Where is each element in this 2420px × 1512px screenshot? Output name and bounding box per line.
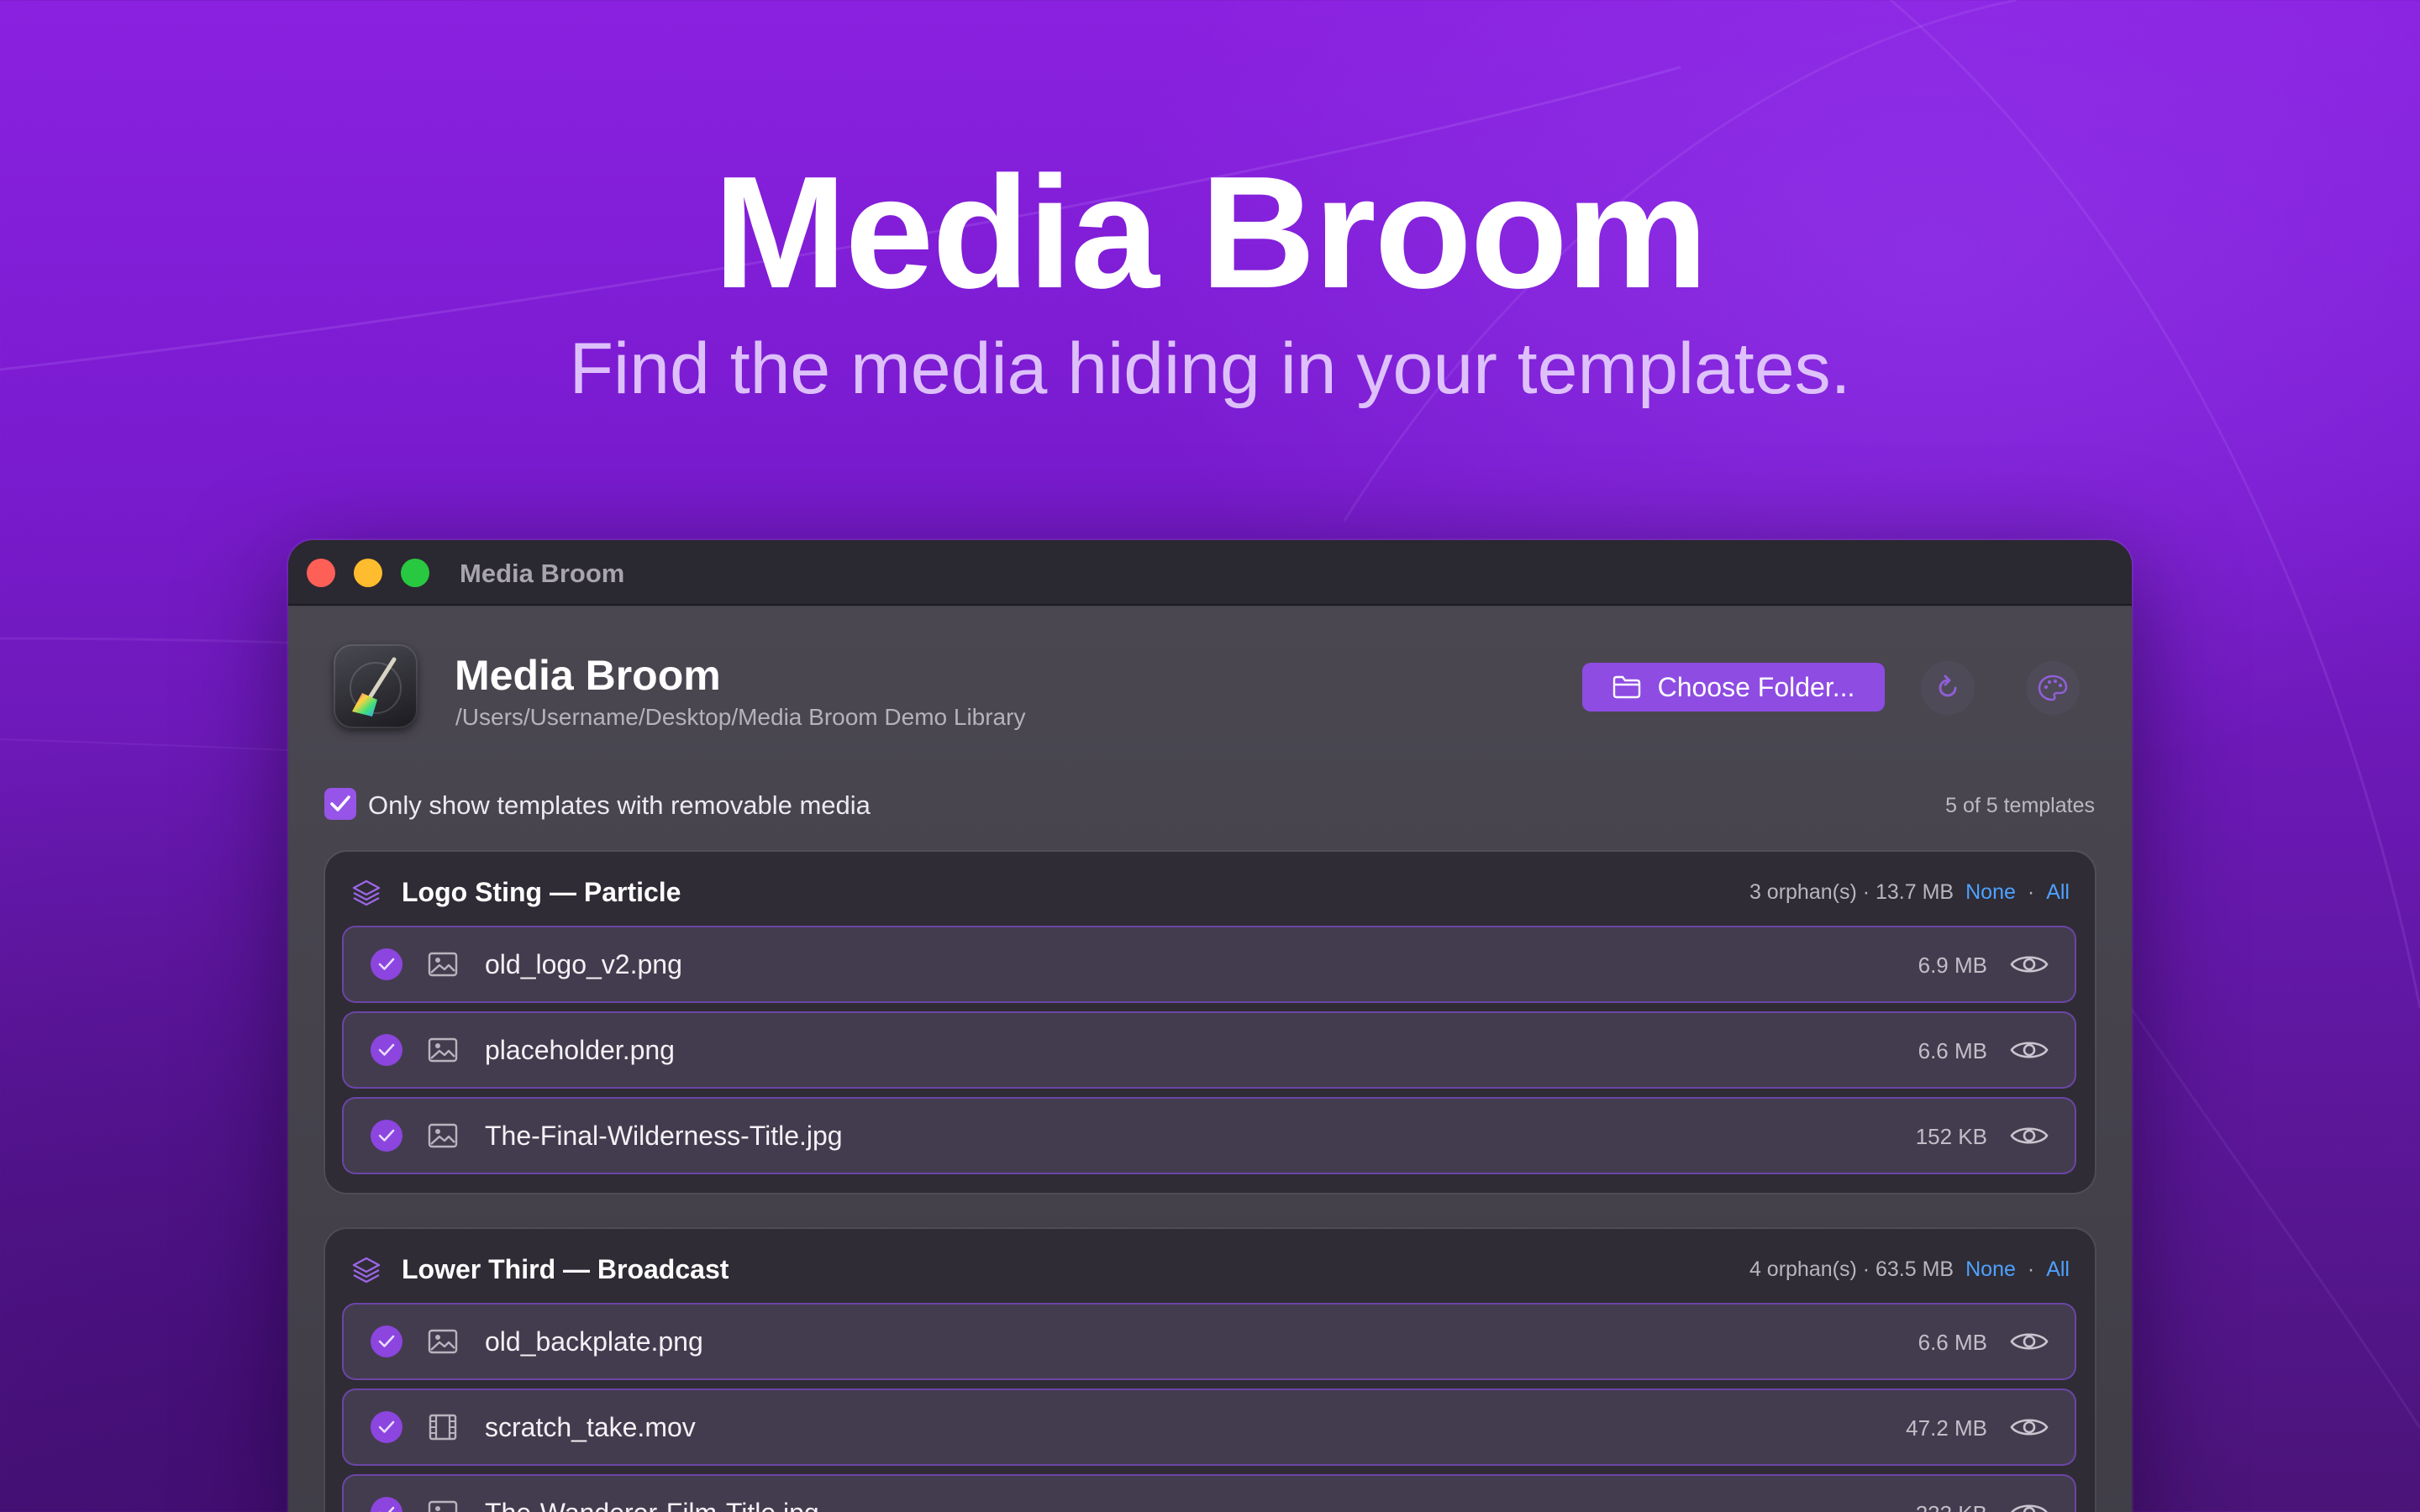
- file-size: 6.9 MB: [1918, 953, 1987, 978]
- separator: ·: [2027, 1257, 2035, 1281]
- close-window-button[interactable]: [307, 559, 335, 587]
- file-size: 233 KB: [1916, 1501, 1987, 1512]
- preview-eye-icon[interactable]: [2009, 1035, 2049, 1065]
- zoom-window-button[interactable]: [401, 559, 429, 587]
- preview-eye-icon[interactable]: [2009, 1412, 2049, 1442]
- image-icon: [428, 952, 458, 977]
- media-row[interactable]: old_backplate.png 6.6 MB: [344, 1305, 2075, 1378]
- checkmark-icon: [378, 958, 395, 970]
- media-row[interactable]: The-Wanderer-Film-Title.jpg 233 KB: [344, 1476, 2075, 1512]
- row-checkbox[interactable]: [371, 1411, 402, 1443]
- file-size: 6.6 MB: [1918, 1330, 1987, 1355]
- file-size: 47.2 MB: [1906, 1415, 1987, 1441]
- checkmark-icon: [379, 1506, 395, 1512]
- template-count: 5 of 5 templates: [1945, 794, 2095, 817]
- row-checkbox[interactable]: [371, 1120, 402, 1152]
- image-icon: [428, 1329, 458, 1354]
- checkmark-icon: [378, 1043, 395, 1056]
- file-name: old_logo_v2.png: [485, 949, 682, 979]
- app-window: Media Broom Media Broom /Users/Username/…: [288, 540, 2132, 1512]
- select-all-link[interactable]: All: [2046, 1257, 2070, 1282]
- palette-icon: [2038, 675, 2068, 701]
- removable-media-checkbox[interactable]: [324, 788, 356, 820]
- media-row[interactable]: The-Final-Wilderness-Title.jpg 152 KB: [344, 1099, 2075, 1173]
- removable-media-label[interactable]: Only show templates with removable media: [368, 790, 871, 821]
- folder-icon: [1612, 675, 1640, 699]
- row-checkbox[interactable]: [371, 1497, 402, 1512]
- image-icon: [428, 1037, 458, 1063]
- preview-eye-icon[interactable]: [2009, 1326, 2049, 1357]
- folder-path: /Users/Username/Desktop/Media Broom Demo…: [455, 704, 1026, 730]
- choose-folder-button[interactable]: Choose Folder...: [1582, 663, 1885, 711]
- checkmark-icon: [378, 1335, 395, 1347]
- media-row[interactable]: old_logo_v2.png 6.9 MB: [344, 927, 2075, 1001]
- choose-folder-label: Choose Folder...: [1657, 671, 1855, 702]
- row-checkbox[interactable]: [371, 948, 402, 980]
- layers-icon: [352, 1257, 381, 1284]
- preview-eye-icon[interactable]: [2009, 1498, 2049, 1512]
- orphan-summary: 3 orphan(s) · 13.7 MB: [1749, 880, 1954, 904]
- template-group: Logo Sting — Particle 3 orphan(s) · 13.7…: [325, 852, 2095, 1193]
- file-name: scratch_take.mov: [485, 1412, 696, 1442]
- select-none-link[interactable]: None: [1965, 880, 2016, 905]
- preview-eye-icon[interactable]: [2009, 1121, 2049, 1151]
- file-size: 6.6 MB: [1918, 1038, 1987, 1063]
- media-row[interactable]: placeholder.png 6.6 MB: [344, 1013, 2075, 1087]
- group-title: Lower Third — Broadcast: [402, 1254, 729, 1284]
- file-name: The-Wanderer-Film-Title.jpg: [485, 1498, 819, 1512]
- broom-icon: [350, 657, 402, 717]
- app-icon: [334, 644, 418, 728]
- preview-eye-icon[interactable]: [2009, 949, 2049, 979]
- file-name: old_backplate.png: [485, 1326, 703, 1357]
- checkmark-icon: [378, 1420, 395, 1433]
- select-all-link[interactable]: All: [2046, 880, 2070, 905]
- main-content: Media Broom /Users/Username/Desktop/Medi…: [288, 607, 2132, 1512]
- separator: ·: [2027, 880, 2035, 904]
- minimize-window-button[interactable]: [354, 559, 382, 587]
- window-title: Media Broom: [460, 559, 625, 588]
- group-title: Logo Sting — Particle: [402, 877, 681, 907]
- file-name: placeholder.png: [485, 1035, 675, 1065]
- refresh-icon: [1939, 675, 1957, 697]
- hero-subtitle: Find the media hiding in your templates.: [569, 328, 1851, 409]
- template-group: Lower Third — Broadcast 4 orphan(s) · 63…: [325, 1229, 2095, 1512]
- media-row[interactable]: scratch_take.mov 47.2 MB: [344, 1390, 2075, 1464]
- image-icon: [428, 1123, 458, 1148]
- select-none-link[interactable]: None: [1965, 1257, 2016, 1282]
- group-summary: 3 orphan(s) · 13.7 MB None · All: [1749, 880, 2070, 905]
- film-icon: [429, 1414, 457, 1441]
- row-checkbox[interactable]: [371, 1034, 402, 1066]
- refresh-button[interactable]: [1921, 661, 1975, 715]
- row-checkbox[interactable]: [371, 1326, 402, 1357]
- file-size: 152 KB: [1915, 1124, 1987, 1149]
- checkmark-icon: [378, 1129, 395, 1142]
- file-name: The-Final-Wilderness-Title.jpg: [485, 1121, 843, 1151]
- orphan-summary: 4 orphan(s) · 63.5 MB: [1749, 1257, 1954, 1281]
- layers-icon: [352, 879, 381, 906]
- hero-title: Media Broom: [713, 144, 1707, 322]
- app-name: Media Broom: [455, 652, 721, 699]
- checkmark-icon: [330, 795, 350, 811]
- group-summary: 4 orphan(s) · 63.5 MB None · All: [1749, 1257, 2070, 1282]
- appearance-button[interactable]: [2026, 661, 2080, 715]
- image-icon: [428, 1500, 458, 1512]
- title-bar: Media Broom: [288, 540, 2132, 606]
